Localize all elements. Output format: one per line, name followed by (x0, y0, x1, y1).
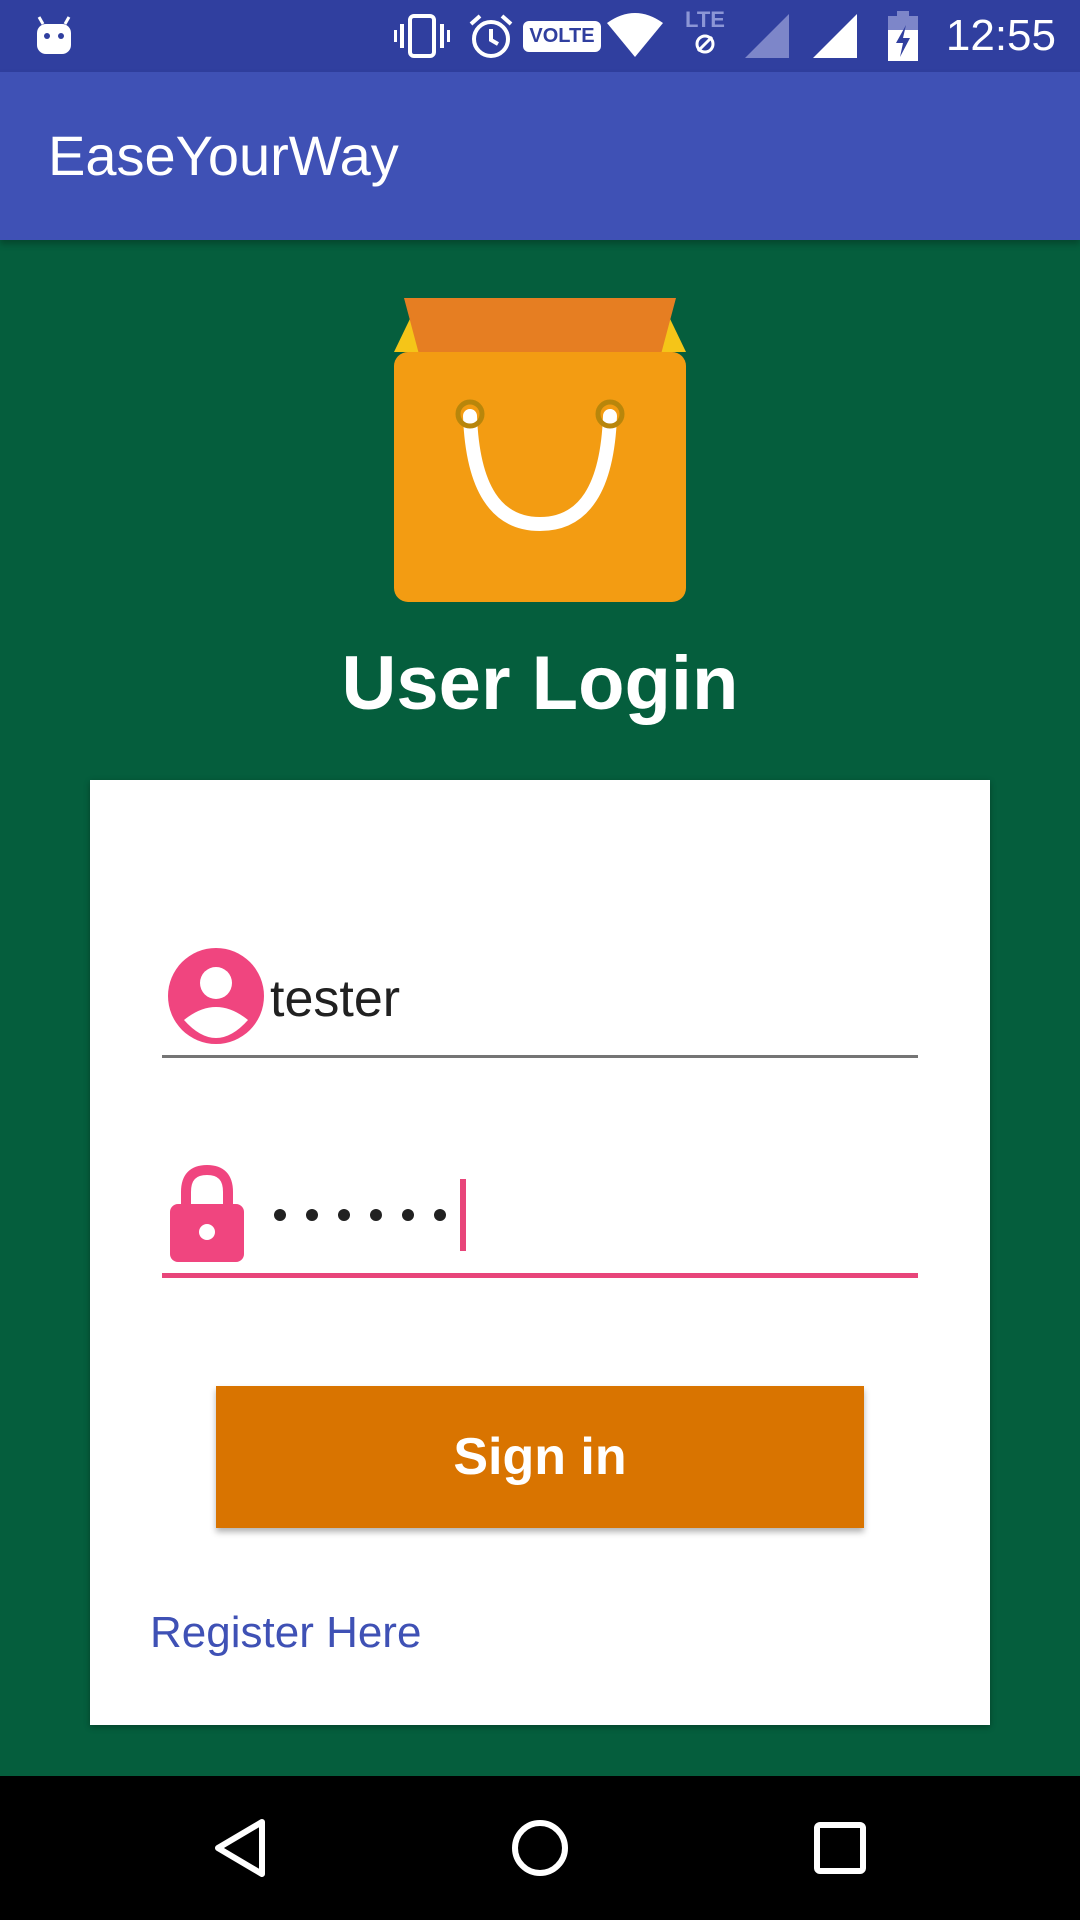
android-notification-icon (34, 10, 74, 62)
login-card: Sign in Register Here (90, 780, 990, 1725)
status-bar: VOLTE LTE 12:55 (0, 0, 1080, 72)
status-time: 12:55 (945, 11, 1056, 60)
password-dot (370, 1209, 382, 1221)
password-dot (338, 1209, 350, 1221)
password-dot (402, 1209, 414, 1221)
signal-icon (810, 10, 860, 62)
sign-in-button[interactable]: Sign in (216, 1386, 864, 1528)
username-underline (162, 1055, 918, 1058)
lte-label: LTE (685, 7, 725, 32)
app-title: EaseYourWay (48, 124, 399, 187)
password-dot (434, 1209, 446, 1221)
recents-icon[interactable] (760, 1776, 920, 1920)
volte-label: VOLTE (523, 20, 601, 52)
lte-icon: LTE (676, 6, 734, 58)
password-dot (274, 1209, 286, 1221)
password-field[interactable] (162, 1164, 918, 1278)
shopping-bag-icon (394, 298, 686, 602)
navigation-bar (0, 1776, 1080, 1920)
app-bar: EaseYourWay (0, 72, 1080, 240)
person-icon (166, 946, 266, 1046)
home-icon[interactable] (460, 1776, 620, 1920)
signal-icon (742, 10, 792, 62)
password-dot (306, 1209, 318, 1221)
page-title: User Login (341, 641, 739, 726)
alarm-icon (466, 10, 516, 62)
password-input[interactable] (274, 1179, 466, 1251)
username-input[interactable] (270, 964, 890, 1034)
volte-icon: VOLTE (523, 10, 601, 62)
battery-charging-icon (886, 10, 920, 62)
back-icon[interactable] (160, 1776, 320, 1920)
lock-icon (166, 1164, 248, 1264)
wifi-icon (604, 10, 666, 62)
password-underline (162, 1273, 918, 1278)
username-field[interactable] (162, 948, 918, 1058)
text-caret (460, 1179, 466, 1251)
register-link[interactable]: Register Here (150, 1608, 421, 1658)
vibrate-icon (394, 10, 450, 62)
